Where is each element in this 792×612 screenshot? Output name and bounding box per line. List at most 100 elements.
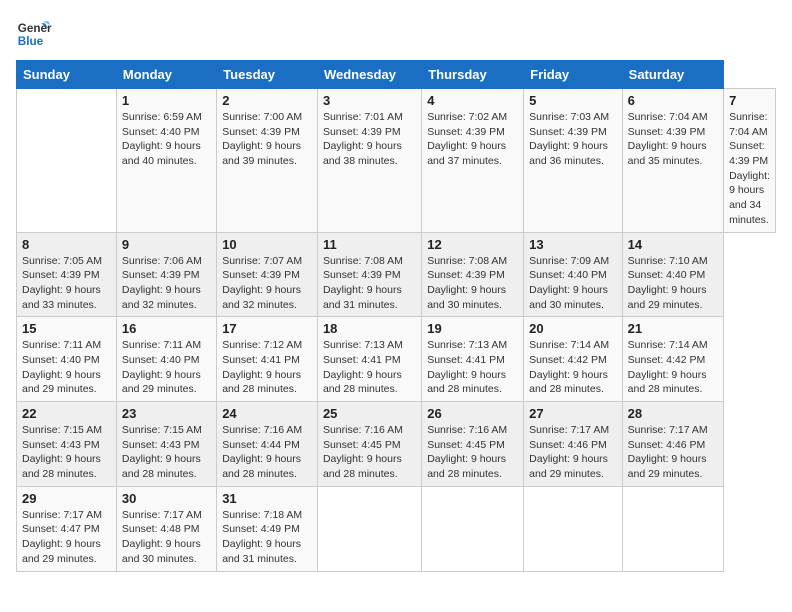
calendar-day: 9 Sunrise: 7:06 AM Sunset: 4:39 PM Dayli… bbox=[116, 232, 216, 317]
day-number: 25 bbox=[323, 406, 416, 421]
logo-icon: General Blue bbox=[16, 16, 52, 52]
day-number: 4 bbox=[427, 93, 518, 108]
empty-cell bbox=[422, 486, 524, 571]
day-info: Sunrise: 7:12 AM Sunset: 4:41 PM Dayligh… bbox=[222, 338, 312, 397]
day-number: 18 bbox=[323, 321, 416, 336]
day-info: Sunrise: 7:00 AM Sunset: 4:39 PM Dayligh… bbox=[222, 110, 312, 169]
day-info: Sunrise: 7:03 AM Sunset: 4:39 PM Dayligh… bbox=[529, 110, 617, 169]
day-info: Sunrise: 7:10 AM Sunset: 4:40 PM Dayligh… bbox=[628, 254, 718, 313]
day-number: 17 bbox=[222, 321, 312, 336]
calendar-day: 13 Sunrise: 7:09 AM Sunset: 4:40 PM Dayl… bbox=[524, 232, 623, 317]
calendar-day: 18 Sunrise: 7:13 AM Sunset: 4:41 PM Dayl… bbox=[317, 317, 421, 402]
day-info: Sunrise: 7:11 AM Sunset: 4:40 PM Dayligh… bbox=[122, 338, 211, 397]
day-info: Sunrise: 7:17 AM Sunset: 4:48 PM Dayligh… bbox=[122, 508, 211, 567]
day-number: 11 bbox=[323, 237, 416, 252]
header-day: Monday bbox=[116, 61, 216, 89]
calendar-day: 4 Sunrise: 7:02 AM Sunset: 4:39 PM Dayli… bbox=[422, 89, 524, 233]
calendar-day: 23 Sunrise: 7:15 AM Sunset: 4:43 PM Dayl… bbox=[116, 402, 216, 487]
day-info: Sunrise: 7:17 AM Sunset: 4:46 PM Dayligh… bbox=[529, 423, 617, 482]
day-info: Sunrise: 7:01 AM Sunset: 4:39 PM Dayligh… bbox=[323, 110, 416, 169]
day-number: 28 bbox=[628, 406, 718, 421]
day-info: Sunrise: 7:13 AM Sunset: 4:41 PM Dayligh… bbox=[323, 338, 416, 397]
day-number: 22 bbox=[22, 406, 111, 421]
day-info: Sunrise: 7:18 AM Sunset: 4:49 PM Dayligh… bbox=[222, 508, 312, 567]
header-day: Thursday bbox=[422, 61, 524, 89]
calendar-day: 25 Sunrise: 7:16 AM Sunset: 4:45 PM Dayl… bbox=[317, 402, 421, 487]
day-info: Sunrise: 7:16 AM Sunset: 4:45 PM Dayligh… bbox=[427, 423, 518, 482]
calendar-day: 10 Sunrise: 7:07 AM Sunset: 4:39 PM Dayl… bbox=[217, 232, 318, 317]
day-number: 6 bbox=[628, 93, 718, 108]
empty-cell bbox=[317, 486, 421, 571]
day-number: 23 bbox=[122, 406, 211, 421]
header-day: Tuesday bbox=[217, 61, 318, 89]
calendar-day: 12 Sunrise: 7:08 AM Sunset: 4:39 PM Dayl… bbox=[422, 232, 524, 317]
calendar-table: SundayMondayTuesdayWednesdayThursdayFrid… bbox=[16, 60, 776, 572]
calendar-day: 2 Sunrise: 7:00 AM Sunset: 4:39 PM Dayli… bbox=[217, 89, 318, 233]
calendar-day: 26 Sunrise: 7:16 AM Sunset: 4:45 PM Dayl… bbox=[422, 402, 524, 487]
day-info: Sunrise: 7:07 AM Sunset: 4:39 PM Dayligh… bbox=[222, 254, 312, 313]
day-info: Sunrise: 7:11 AM Sunset: 4:40 PM Dayligh… bbox=[22, 338, 111, 397]
day-info: Sunrise: 7:09 AM Sunset: 4:40 PM Dayligh… bbox=[529, 254, 617, 313]
calendar-day: 20 Sunrise: 7:14 AM Sunset: 4:42 PM Dayl… bbox=[524, 317, 623, 402]
day-number: 26 bbox=[427, 406, 518, 421]
day-number: 29 bbox=[22, 491, 111, 506]
empty-cell bbox=[622, 486, 723, 571]
calendar-day: 15 Sunrise: 7:11 AM Sunset: 4:40 PM Dayl… bbox=[17, 317, 117, 402]
day-info: Sunrise: 6:59 AM Sunset: 4:40 PM Dayligh… bbox=[122, 110, 211, 169]
header-day: Friday bbox=[524, 61, 623, 89]
day-number: 2 bbox=[222, 93, 312, 108]
calendar-day: 7 Sunrise: 7:04 AM Sunset: 4:39 PM Dayli… bbox=[724, 89, 776, 233]
day-number: 13 bbox=[529, 237, 617, 252]
svg-text:Blue: Blue bbox=[18, 35, 44, 48]
day-number: 31 bbox=[222, 491, 312, 506]
header-row: SundayMondayTuesdayWednesdayThursdayFrid… bbox=[17, 61, 776, 89]
calendar-day: 14 Sunrise: 7:10 AM Sunset: 4:40 PM Dayl… bbox=[622, 232, 723, 317]
calendar-day: 31 Sunrise: 7:18 AM Sunset: 4:49 PM Dayl… bbox=[217, 486, 318, 571]
day-info: Sunrise: 7:16 AM Sunset: 4:44 PM Dayligh… bbox=[222, 423, 312, 482]
day-info: Sunrise: 7:06 AM Sunset: 4:39 PM Dayligh… bbox=[122, 254, 211, 313]
calendar-day: 3 Sunrise: 7:01 AM Sunset: 4:39 PM Dayli… bbox=[317, 89, 421, 233]
calendar-day: 27 Sunrise: 7:17 AM Sunset: 4:46 PM Dayl… bbox=[524, 402, 623, 487]
calendar-day: 8 Sunrise: 7:05 AM Sunset: 4:39 PM Dayli… bbox=[17, 232, 117, 317]
calendar-day: 5 Sunrise: 7:03 AM Sunset: 4:39 PM Dayli… bbox=[524, 89, 623, 233]
day-number: 19 bbox=[427, 321, 518, 336]
day-number: 14 bbox=[628, 237, 718, 252]
calendar-day: 1 Sunrise: 6:59 AM Sunset: 4:40 PM Dayli… bbox=[116, 89, 216, 233]
header-day: Saturday bbox=[622, 61, 723, 89]
calendar-week: 15 Sunrise: 7:11 AM Sunset: 4:40 PM Dayl… bbox=[17, 317, 776, 402]
day-number: 15 bbox=[22, 321, 111, 336]
day-number: 16 bbox=[122, 321, 211, 336]
day-number: 12 bbox=[427, 237, 518, 252]
day-info: Sunrise: 7:17 AM Sunset: 4:46 PM Dayligh… bbox=[628, 423, 718, 482]
day-number: 30 bbox=[122, 491, 211, 506]
day-number: 10 bbox=[222, 237, 312, 252]
day-info: Sunrise: 7:08 AM Sunset: 4:39 PM Dayligh… bbox=[323, 254, 416, 313]
calendar-day: 28 Sunrise: 7:17 AM Sunset: 4:46 PM Dayl… bbox=[622, 402, 723, 487]
day-number: 8 bbox=[22, 237, 111, 252]
day-info: Sunrise: 7:14 AM Sunset: 4:42 PM Dayligh… bbox=[628, 338, 718, 397]
header-day: Wednesday bbox=[317, 61, 421, 89]
day-info: Sunrise: 7:04 AM Sunset: 4:39 PM Dayligh… bbox=[628, 110, 718, 169]
day-info: Sunrise: 7:15 AM Sunset: 4:43 PM Dayligh… bbox=[22, 423, 111, 482]
calendar-day: 19 Sunrise: 7:13 AM Sunset: 4:41 PM Dayl… bbox=[422, 317, 524, 402]
day-info: Sunrise: 7:16 AM Sunset: 4:45 PM Dayligh… bbox=[323, 423, 416, 482]
day-info: Sunrise: 7:04 AM Sunset: 4:39 PM Dayligh… bbox=[729, 110, 770, 228]
logo: General Blue bbox=[16, 16, 52, 52]
calendar-day: 11 Sunrise: 7:08 AM Sunset: 4:39 PM Dayl… bbox=[317, 232, 421, 317]
calendar-week: 29 Sunrise: 7:17 AM Sunset: 4:47 PM Dayl… bbox=[17, 486, 776, 571]
calendar-day: 30 Sunrise: 7:17 AM Sunset: 4:48 PM Dayl… bbox=[116, 486, 216, 571]
day-number: 27 bbox=[529, 406, 617, 421]
day-number: 20 bbox=[529, 321, 617, 336]
day-info: Sunrise: 7:08 AM Sunset: 4:39 PM Dayligh… bbox=[427, 254, 518, 313]
calendar-day: 29 Sunrise: 7:17 AM Sunset: 4:47 PM Dayl… bbox=[17, 486, 117, 571]
empty-cell bbox=[17, 89, 117, 233]
calendar-day: 17 Sunrise: 7:12 AM Sunset: 4:41 PM Dayl… bbox=[217, 317, 318, 402]
day-number: 24 bbox=[222, 406, 312, 421]
header: General Blue bbox=[16, 16, 776, 52]
day-number: 7 bbox=[729, 93, 770, 108]
day-number: 3 bbox=[323, 93, 416, 108]
day-info: Sunrise: 7:14 AM Sunset: 4:42 PM Dayligh… bbox=[529, 338, 617, 397]
day-info: Sunrise: 7:17 AM Sunset: 4:47 PM Dayligh… bbox=[22, 508, 111, 567]
day-info: Sunrise: 7:02 AM Sunset: 4:39 PM Dayligh… bbox=[427, 110, 518, 169]
calendar-week: 22 Sunrise: 7:15 AM Sunset: 4:43 PM Dayl… bbox=[17, 402, 776, 487]
